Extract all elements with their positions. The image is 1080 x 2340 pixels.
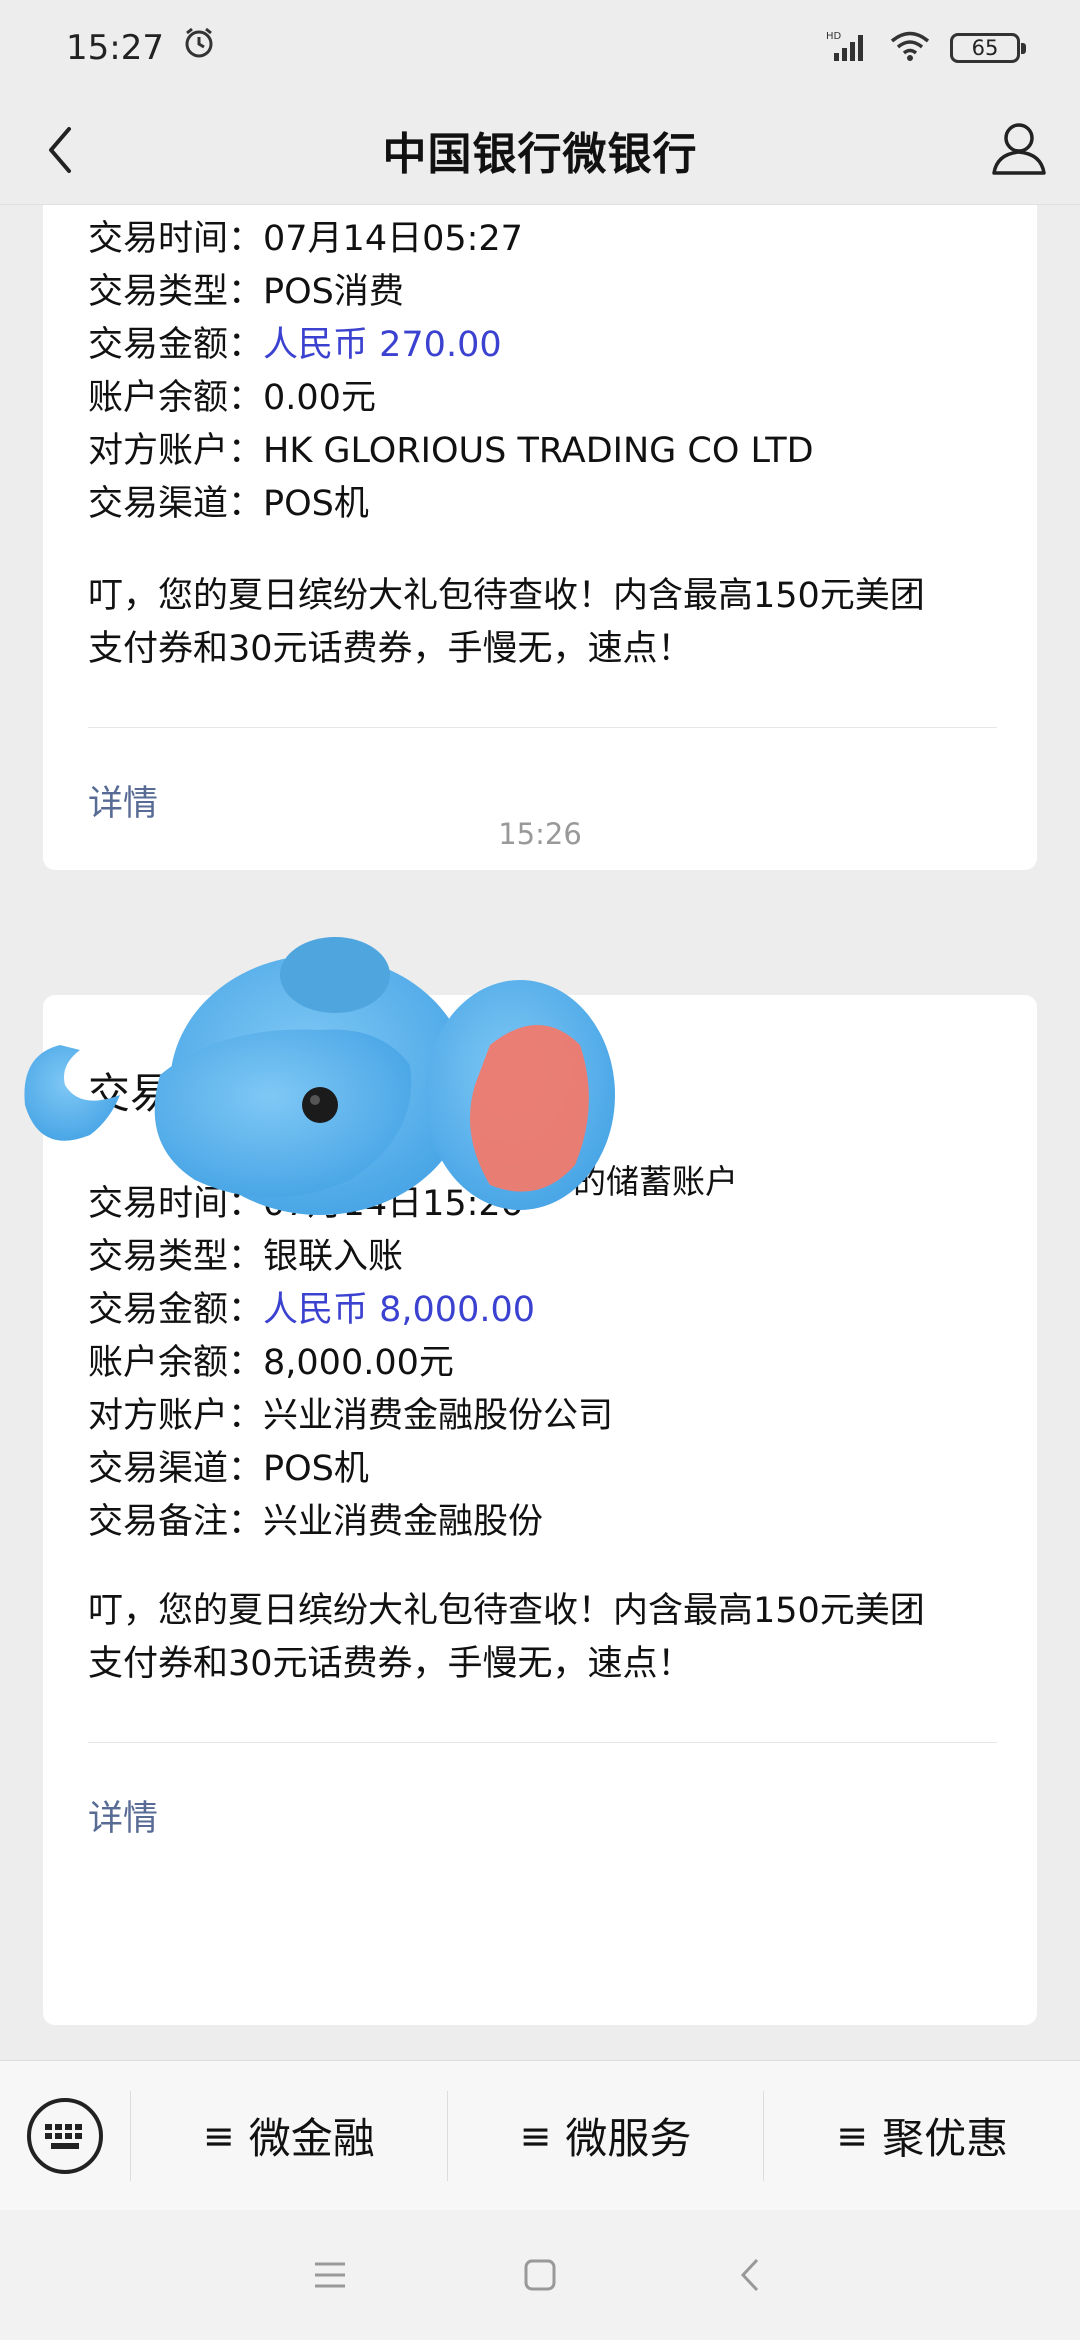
message-list[interactable]: 交易时间： 07月14日05:27 交易类型： POS消费 交易金额： 人民币 270… (0, 205, 1080, 2060)
detail-value: 兴业消费金融股份公司 (263, 1396, 614, 1436)
detail-row: 交易金额： 人民币 8,000.00 (88, 1284, 997, 1337)
page-title: 中国银行微银行 (382, 128, 698, 180)
detail-key: 交易金额： (88, 325, 264, 365)
status-bar: 15:27 HD 65 (0, 0, 1080, 95)
detail-key: 交易渠道： (88, 484, 264, 524)
signal-icon: HD (826, 29, 870, 67)
home-button[interactable] (510, 2245, 570, 2305)
menu-icon (315, 2262, 345, 2288)
menu-wei-fuwu[interactable]: ≡ 微服务 (446, 2090, 764, 2181)
elephant-sticker (24, 937, 615, 1215)
detail-key: 账户余额： (88, 378, 264, 418)
detail-row: 交易时间： 07月14日05:27 (88, 213, 997, 266)
detail-key: 交易类型： (88, 272, 264, 312)
detail-key: 交易金额： (88, 1290, 264, 1330)
app-header: 中国银行微银行 (0, 95, 1080, 205)
battery-level: 65 (971, 35, 999, 60)
promo-text[interactable]: 叮，您的夏日缤纷大礼包待查收！内含最高150元美团 支付券和30元话费券，手慢无… (88, 1585, 997, 1691)
detail-value: 0.00元 (263, 378, 376, 418)
detail-value: POS机 (263, 1449, 369, 1489)
divider (88, 1742, 997, 1743)
detail-row: 对方账户： 兴业消费金融股份公司 (88, 1390, 997, 1443)
wifi-icon (890, 30, 930, 66)
promo-line: 支付券和30元话费券，手慢无，速点！ (88, 1644, 693, 1684)
status-time: 15:27 (66, 27, 164, 68)
recent-apps-button[interactable] (300, 2245, 360, 2305)
promo-line: 支付券和30元话费券，手慢无，速点！ (88, 629, 693, 669)
detail-key: 对方账户： (88, 431, 264, 471)
menu-icon: ≡ (519, 2113, 552, 2158)
back-button[interactable] (30, 117, 90, 183)
detail-value: POS消费 (263, 272, 404, 312)
detail-key: 交易备注： (88, 1502, 264, 1542)
detail-key: 对方账户： (88, 1396, 264, 1436)
detail-value: 07月14日05:27 (263, 219, 523, 259)
detail-value: POS机 (263, 484, 369, 524)
detail-key: 交易渠道： (88, 1449, 264, 1489)
promo-line: 叮，您的夏日缤纷大礼包待查收！内含最高150元美团 (88, 1591, 925, 1631)
keyboard-toggle-button[interactable] (0, 2061, 130, 2211)
detail-row: 交易备注： 兴业消费金融股份 (88, 1496, 997, 1549)
menu-icon: ≡ (202, 2113, 235, 2158)
status-right: HD 65 (826, 29, 1026, 67)
battery-icon: 65 (950, 32, 1026, 63)
nav-back-icon (740, 2258, 759, 2292)
menu-label: 微金融 (248, 2114, 375, 2163)
home-icon (524, 2259, 556, 2291)
message-timestamp: 15:26 (498, 817, 582, 851)
transaction-details: 交易时间： 07月14日05:27 交易类型： POS消费 交易金额： 人民币 270… (88, 213, 997, 531)
detail-row: 交易类型： POS消费 (88, 266, 997, 319)
menu-label: 微服务 (565, 2114, 692, 2163)
system-nav-bar (0, 2210, 1080, 2340)
promo-line: 叮，您的夏日缤纷大礼包待查收！内含最高150元美团 (88, 576, 925, 616)
amount-value: 人民币 270.00 (263, 325, 502, 365)
detail-link[interactable]: 详情 (88, 1790, 158, 1841)
promo-text[interactable]: 叮，您的夏日缤纷大礼包待查收！内含最高150元美团 支付券和30元话费券，手慢无… (88, 570, 997, 676)
detail-row: 交易渠道： POS机 (88, 478, 997, 531)
system-back-button[interactable] (720, 2245, 780, 2305)
detail-value: HK GLORIOUS TRADING CO LTD (263, 431, 814, 471)
menu-ju-youhui[interactable]: ≡ 聚优惠 (763, 2090, 1080, 2181)
detail-key: 交易时间： (88, 219, 264, 259)
bottom-menu: ≡ 微金融 ≡ 微服务 ≡ 聚优惠 (0, 2060, 1080, 2210)
amount-value: 人民币 8,000.00 (263, 1290, 536, 1330)
detail-value: 兴业消费金融股份 (263, 1502, 544, 1542)
menu-icon: ≡ (836, 2113, 869, 2158)
divider (88, 727, 997, 728)
transaction-card: 交易时间： 07月14日05:27 交易类型： POS消费 交易金额： 人民币 270… (43, 205, 1037, 870)
detail-row: 交易金额： 人民币 270.00 (88, 319, 997, 372)
detail-row: 对方账户： HK GLORIOUS TRADING CO LTD (88, 425, 997, 478)
detail-row: 交易渠道： POS机 (88, 1443, 997, 1496)
detail-value: 8,000.00元 (263, 1343, 454, 1383)
alarm-icon (182, 26, 216, 69)
status-left: 15:27 (66, 26, 216, 69)
detail-row: 账户余额： 8,000.00元 (88, 1337, 997, 1390)
network-label: HD (826, 31, 842, 42)
menu-wei-jinrong[interactable]: ≡ 微金融 (130, 2090, 447, 2181)
back-icon (49, 127, 71, 173)
keyboard-icon (27, 2097, 103, 2174)
detail-key: 账户余额： (88, 1343, 264, 1383)
user-icon (992, 123, 1046, 175)
profile-button[interactable] (984, 113, 1054, 183)
detail-row: 账户余额： 0.00元 (88, 372, 997, 425)
menu-label: 聚优惠 (882, 2114, 1009, 2163)
